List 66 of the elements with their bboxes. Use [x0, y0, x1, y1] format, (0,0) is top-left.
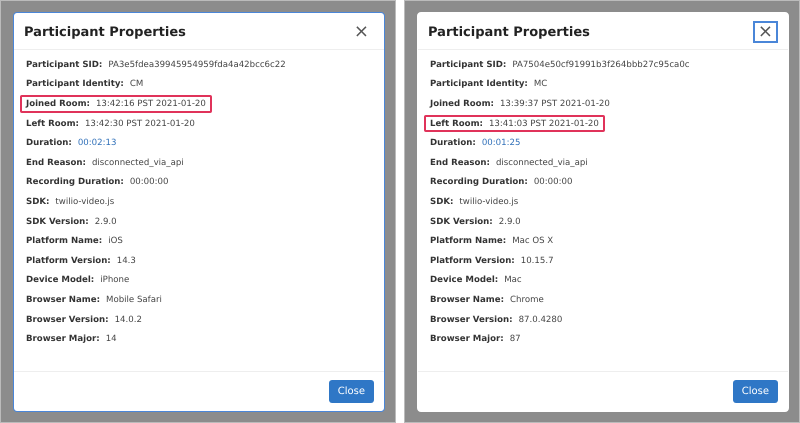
field-value: 13:39:37 PST 2021-01-20	[500, 98, 610, 109]
field-value: PA7504e50cf91991b3f264bbb27c95ca0c	[512, 60, 690, 70]
field-value: 00:00:00	[130, 177, 168, 188]
field-label: Duration:	[26, 138, 72, 148]
field-value: 00:00:00	[534, 177, 572, 188]
field-value: Mac OS X	[512, 236, 554, 246]
field-label: End Reason:	[430, 158, 490, 168]
field-value: iPhone	[100, 275, 130, 286]
field-value: twilio-video.js	[459, 196, 518, 207]
field-label: Participant Identity:	[430, 79, 528, 90]
field-label: Participant Identity:	[26, 79, 124, 90]
field-value: 13:42:30 PST 2021-01-20	[84, 118, 195, 129]
field-label: Left Room:	[26, 118, 79, 129]
field-value: Chrome	[510, 294, 544, 305]
field-label: Platform Version:	[430, 256, 515, 266]
field-label: Duration:	[430, 138, 476, 148]
field-value: 10.15.7	[520, 256, 554, 266]
field-value: 87	[510, 334, 521, 344]
field-label: Recording Duration:	[26, 177, 124, 188]
field-value: 2.9.0	[498, 216, 521, 227]
field-label: Browser Major:	[26, 334, 100, 344]
field-label: Device Model:	[430, 275, 498, 286]
field-value: 87.0.4280	[518, 314, 562, 325]
field-label: Device Model:	[26, 275, 94, 286]
field-value: 13:42:16 PST 2021-01-20	[96, 98, 206, 109]
field-value: MC	[534, 79, 548, 90]
dialog-title: Participant Properties	[24, 24, 186, 40]
field-value: 14.3	[116, 256, 136, 266]
field-value: 14	[106, 334, 117, 344]
field-label: Browser Version:	[430, 314, 513, 325]
field-value: CM	[130, 79, 144, 90]
field-value: twilio-video.js	[55, 196, 114, 207]
field-value: disconnected_via_api	[92, 158, 184, 168]
field-label: Joined Room:	[430, 98, 494, 109]
field-label: Platform Name:	[26, 236, 102, 246]
field-value: PA3e5fdea39945954959fda4a42bcc6c22	[108, 60, 286, 70]
field-label: Platform Version:	[26, 256, 111, 266]
field-label: Left Room:	[430, 118, 483, 129]
field-label: Platform Name:	[430, 236, 506, 246]
close-button[interactable]: ×	[752, 21, 778, 43]
field-label: End Reason:	[26, 158, 86, 168]
field-label: Joined Room:	[26, 98, 90, 109]
field-value: Mac	[504, 275, 522, 286]
close-button[interactable]: ×	[348, 21, 374, 43]
field-label: SDK:	[430, 196, 454, 207]
field-link[interactable]: 00:02:13	[78, 138, 116, 148]
field-value: disconnected_via_api	[496, 158, 588, 168]
field-label: Participant SID:	[26, 60, 102, 70]
field-value: iOS	[108, 236, 123, 246]
field-value: Mobile Safari	[106, 294, 162, 305]
dialog-title: Participant Properties	[428, 24, 590, 40]
field-label: Recording Duration:	[430, 177, 528, 188]
field-value: 14.0.2	[114, 314, 142, 325]
field-label: Browser Name:	[26, 294, 100, 305]
field-label: Participant SID:	[430, 60, 506, 70]
field-label: Browser Major:	[430, 334, 504, 344]
field-link[interactable]: 00:01:25	[482, 138, 520, 148]
close-button[interactable]: Close	[328, 380, 374, 403]
field-value: 2.9.0	[94, 216, 117, 227]
field-label: SDK Version:	[430, 216, 493, 227]
field-label: SDK Version:	[26, 216, 89, 227]
field-label: Browser Version:	[26, 314, 109, 325]
field-label: SDK:	[26, 196, 50, 207]
field-label: Browser Name:	[430, 294, 504, 305]
field-value: 13:41:03 PST 2021-01-20	[488, 118, 599, 129]
close-button[interactable]: Close	[732, 380, 778, 403]
